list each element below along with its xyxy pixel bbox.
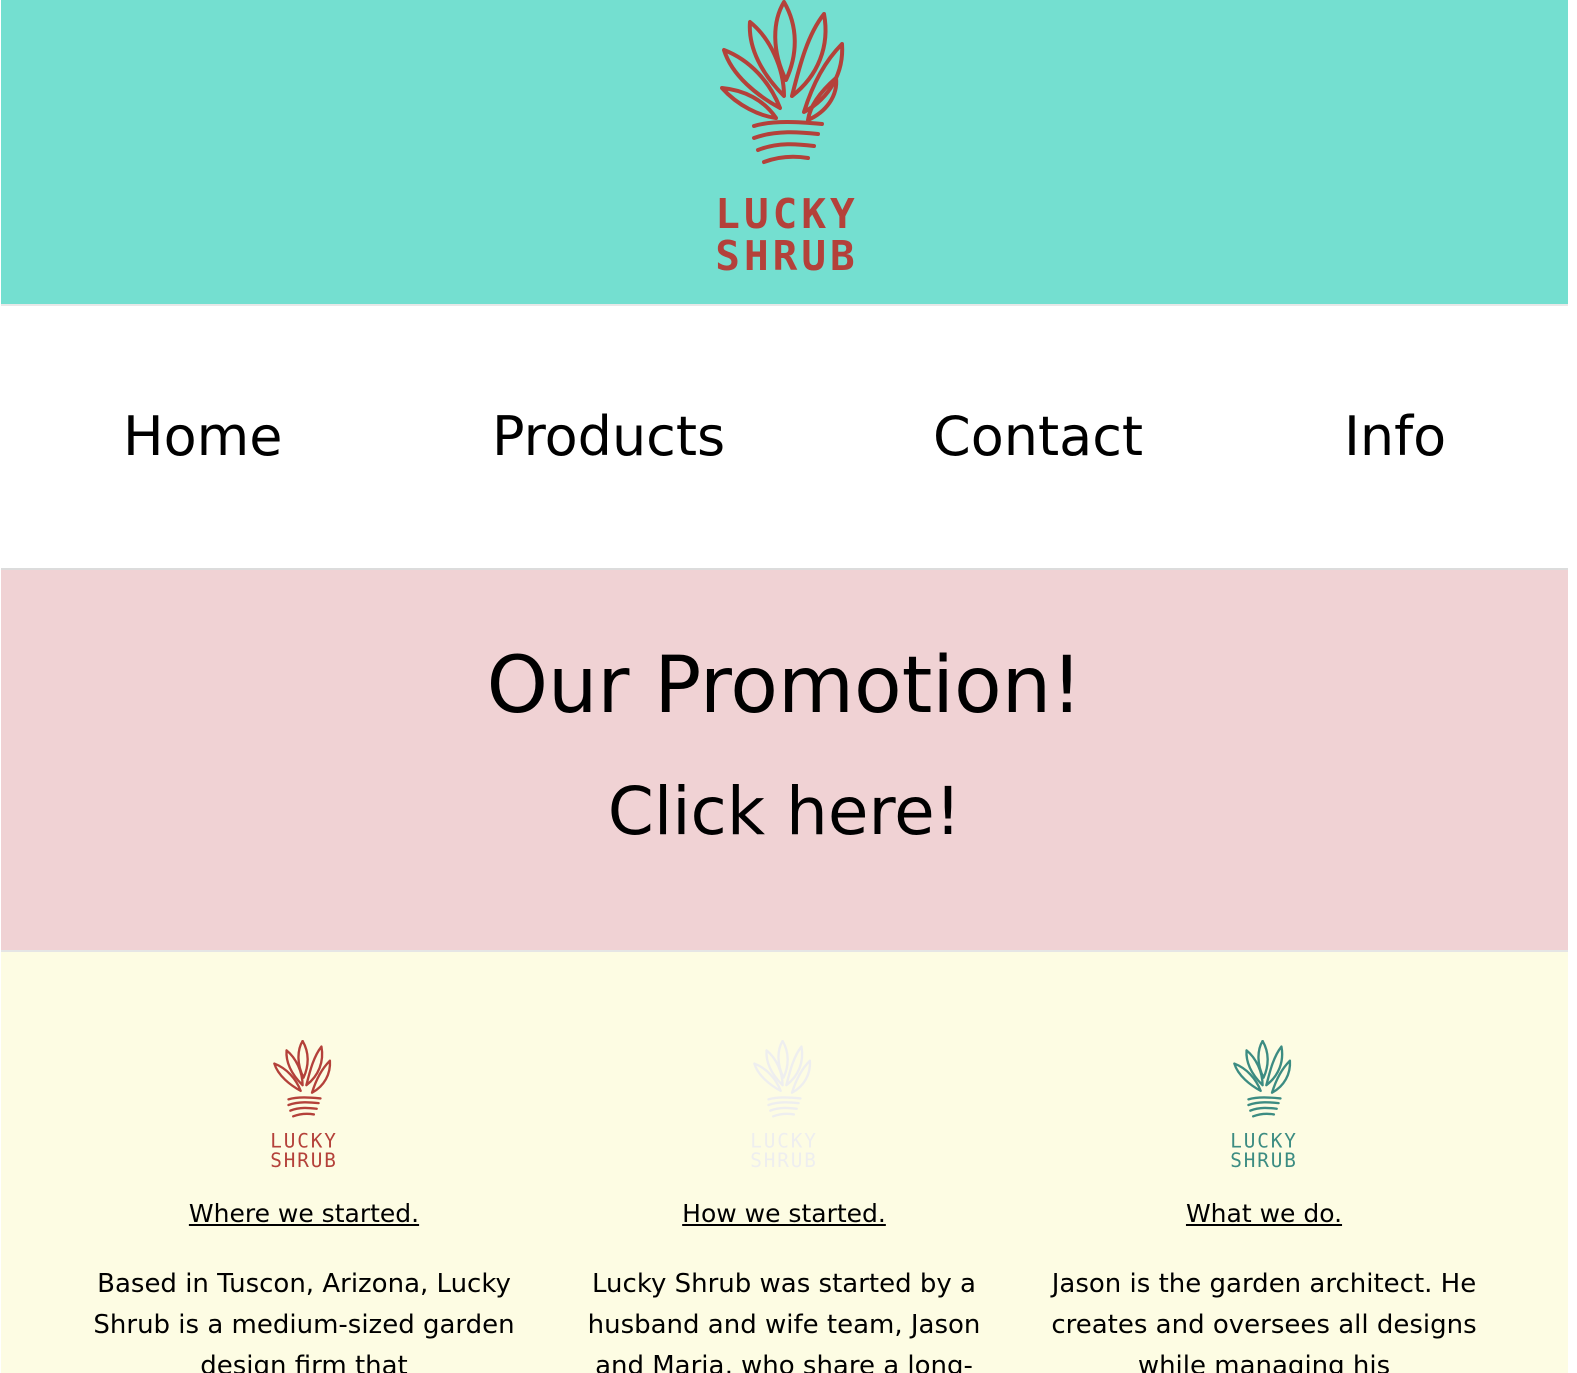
promotion-title: Our Promotion!: [486, 641, 1083, 731]
about-card-where: LUCKY SHRUB Where we started. Based in T…: [84, 952, 524, 1373]
about-text-where: Based in Tuscon, Arizona, Lucky Shrub is…: [93, 1269, 515, 1373]
lucky-shrub-logo-red: LUCKY SHRUB: [270, 1040, 338, 1170]
logo-text-line2: SHRUB: [715, 232, 858, 276]
nav-products-link[interactable]: Products: [492, 402, 725, 472]
plant-icon: [720, 0, 845, 164]
svg-text:SHRUB: SHRUB: [750, 1149, 818, 1170]
about-section: LUCKY SHRUB Where we started. Based in T…: [1, 952, 1568, 1373]
promotion-cta-link[interactable]: Click here!: [1, 770, 1568, 854]
about-card-how: LUCKY SHRUB How we started. Lucky Shrub …: [564, 952, 1004, 1373]
lucky-shrub-logo-teal: LUCKY SHRUB: [1230, 1040, 1298, 1170]
lucky-shrub-logo-light: LUCKY SHRUB: [750, 1040, 818, 1170]
about-heading-what[interactable]: What we do.: [1186, 1198, 1342, 1230]
page: LUCKY SHRUB Home Products Contact Info O…: [0, 0, 1577, 1373]
main-nav: Home Products Contact Info: [1, 306, 1568, 570]
about-card-what: LUCKY SHRUB What we do. Jason is the gar…: [1044, 952, 1484, 1373]
nav-contact-link[interactable]: Contact: [933, 402, 1143, 472]
nav-home-link[interactable]: Home: [123, 402, 282, 472]
lucky-shrub-logo[interactable]: LUCKY SHRUB: [714, 0, 860, 276]
about-text-how: Lucky Shrub was started by a husband and…: [587, 1269, 981, 1373]
logo-text-line1: LUCKY: [715, 190, 858, 238]
site-header: LUCKY SHRUB: [1, 0, 1568, 306]
about-heading-how[interactable]: How we started.: [682, 1198, 886, 1230]
nav-info-link[interactable]: Info: [1344, 402, 1446, 472]
promotion-banner: Our Promotion! Click here!: [1, 570, 1568, 952]
about-heading-where[interactable]: Where we started.: [189, 1198, 419, 1230]
svg-text:SHRUB: SHRUB: [1230, 1149, 1298, 1170]
svg-text:SHRUB: SHRUB: [270, 1149, 338, 1170]
about-text-what: Jason is the garden architect. He create…: [1051, 1269, 1477, 1373]
